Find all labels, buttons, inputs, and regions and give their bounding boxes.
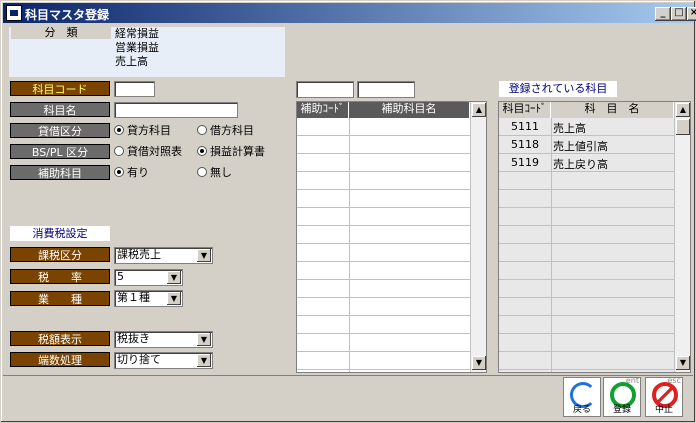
rounding-label: 端数処理 — [10, 352, 110, 367]
scroll-up-icon[interactable]: ▲ — [676, 103, 690, 117]
name-input[interactable] — [114, 102, 238, 118]
reg-row-3-name[interactable]: 売上戻り高 — [553, 156, 608, 172]
sub-grid-scrollbar[interactable]: ▲ ▼ — [470, 102, 486, 372]
tax-display-select[interactable]: 税抜き ▼ — [114, 331, 213, 348]
sub-search-field-1[interactable] — [296, 81, 354, 98]
scroll-thumb[interactable] — [676, 119, 690, 135]
category-panel: 分 類 経常損益 営業損益 売上高 — [9, 27, 285, 77]
reg-grid-divider — [551, 118, 552, 372]
sub-account-radio-2[interactable]: 無し — [197, 165, 232, 181]
sub-code-header: 補助ｺｰﾄﾞ — [297, 102, 349, 118]
scroll-up-icon[interactable]: ▲ — [472, 103, 486, 117]
reg-code-header: 科目ｺｰﾄﾞ — [499, 102, 551, 118]
debit-credit-radio-1[interactable]: 貸方科目 — [114, 123, 171, 139]
sub-account-label: 補助科目 — [10, 165, 110, 180]
close-button[interactable]: × — [687, 7, 696, 21]
sub-search-field-2[interactable] — [357, 81, 415, 98]
save-button[interactable]: ent 登録 — [603, 376, 641, 417]
scroll-down-icon[interactable]: ▼ — [676, 356, 690, 370]
debit-credit-radio-2[interactable]: 借方科目 — [197, 123, 254, 139]
reg-row-3-code[interactable]: 5119 — [499, 156, 551, 169]
dropdown-arrow-icon[interactable]: ▼ — [167, 292, 181, 305]
radio-dot-icon — [197, 146, 207, 156]
sub-account-radio-1[interactable]: 有り — [114, 165, 149, 181]
sub-grid-rows[interactable] — [297, 118, 470, 372]
radio-dot-icon — [114, 125, 124, 135]
sub-grid-divider — [349, 118, 350, 372]
cancel-button[interactable]: esc 中止 — [645, 376, 683, 417]
footer-divider — [3, 375, 693, 376]
radio-dot-icon — [197, 167, 207, 177]
back-button[interactable]: 戻る — [563, 377, 601, 417]
reg-grid-scrollbar[interactable]: ▲ ▼ — [674, 102, 690, 372]
code-label: 科目コード — [10, 81, 110, 96]
window-title: 科目マスタ登録 — [25, 8, 110, 22]
tax-type-select[interactable]: 課税売上 ▼ — [114, 247, 213, 264]
reg-name-header: 科 目 名 — [551, 102, 674, 118]
dropdown-arrow-icon[interactable]: ▼ — [197, 249, 211, 262]
radio-dot-icon — [114, 167, 124, 177]
industry-label: 業 種 — [10, 291, 110, 306]
reg-row-1-name[interactable]: 売上高 — [553, 120, 586, 136]
industry-select[interactable]: 第１種 ▼ — [114, 290, 183, 307]
radio-dot-icon — [114, 146, 124, 156]
category-line-2: 営業損益 — [115, 41, 159, 54]
main-window: 科目マスタ登録 _ □ × 分 類 経常損益 営業損益 売上高 科目コード 科目… — [0, 0, 696, 423]
category-label: 分 類 — [11, 27, 111, 39]
name-label: 科目名 — [10, 102, 110, 117]
dropdown-arrow-icon[interactable]: ▼ — [197, 354, 211, 367]
dropdown-arrow-icon[interactable]: ▼ — [197, 333, 211, 346]
app-icon — [6, 5, 22, 21]
tax-type-label: 課税区分 — [10, 247, 110, 262]
sub-name-header: 補助科目名 — [349, 102, 470, 118]
bspl-radio-2[interactable]: 損益計算書 — [197, 144, 265, 160]
category-line-1: 経常損益 — [115, 27, 159, 40]
tax-rate-label: 税 率 — [10, 269, 110, 284]
registered-grid[interactable]: 科目ｺｰﾄﾞ 科 目 名 5111 売上高 5118 売上値引高 5119 売上… — [498, 101, 691, 373]
dropdown-arrow-icon[interactable]: ▼ — [167, 271, 181, 284]
minimize-button[interactable]: _ — [655, 7, 671, 21]
tax-section-title: 消費税設定 — [10, 226, 110, 241]
sub-account-grid[interactable]: 補助ｺｰﾄﾞ 補助科目名 ▲ ▼ — [296, 101, 487, 373]
category-line-3: 売上高 — [115, 55, 148, 68]
radio-dot-icon — [197, 125, 207, 135]
tax-display-label: 税額表示 — [10, 331, 110, 346]
bspl-label: BS/PL 区分 — [10, 144, 110, 159]
reg-row-2-code[interactable]: 5118 — [499, 138, 551, 151]
category-values: 経常損益 営業損益 売上高 — [115, 27, 159, 69]
debit-credit-label: 貸借区分 — [10, 123, 110, 138]
maximize-button[interactable]: □ — [671, 7, 687, 21]
tax-rate-select[interactable]: 5 ▼ — [114, 269, 183, 286]
code-input[interactable] — [114, 81, 155, 97]
rounding-select[interactable]: 切り捨て ▼ — [114, 352, 213, 369]
bspl-radio-1[interactable]: 貸借対照表 — [114, 144, 182, 160]
registered-title: 登録されている科目 — [499, 81, 617, 97]
scroll-down-icon[interactable]: ▼ — [472, 356, 486, 370]
reg-row-2-name[interactable]: 売上値引高 — [553, 138, 608, 154]
reg-row-1-code[interactable]: 5111 — [499, 120, 551, 133]
title-bar: 科目マスタ登録 _ □ × — [3, 3, 696, 23]
